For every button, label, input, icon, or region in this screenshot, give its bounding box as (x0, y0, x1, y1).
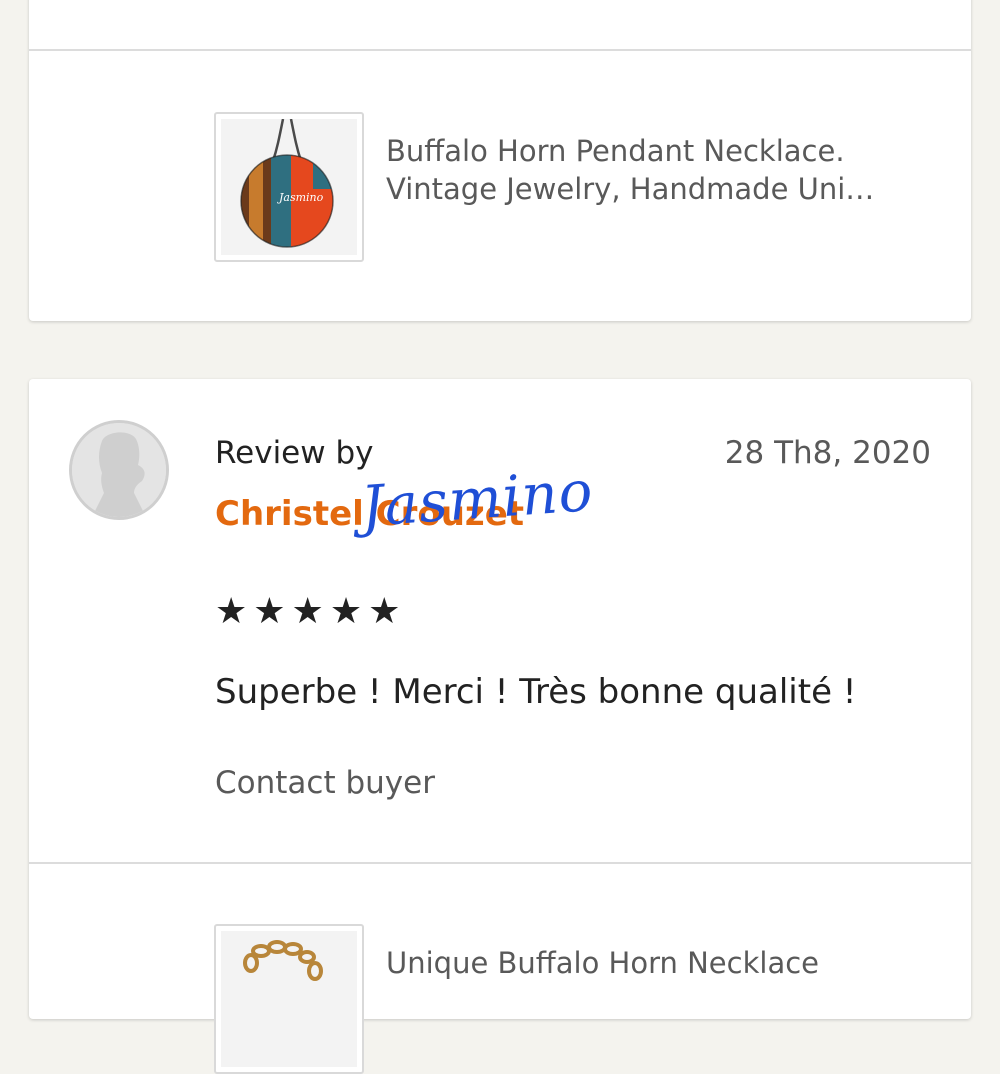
signature-overlay: Jasmino (359, 458, 596, 541)
pendant-graphic: Jasmino (221, 119, 357, 255)
listing-title-line1[interactable]: Buffalo Horn Pendant Necklace. (386, 132, 946, 170)
listing-title-line2[interactable]: Vintage Jewelry, Handmade Uni… (386, 170, 946, 208)
star-rating: ★★★★★ (215, 591, 407, 632)
contact-buyer-link[interactable]: Contact buyer (215, 765, 435, 801)
listing-thumbnail[interactable]: Jasmino (214, 112, 364, 262)
listing-card: Jasmino Buffalo Horn Pendant Necklace. V… (29, 0, 971, 321)
review-by-label: Review by (215, 435, 374, 471)
listing-title-line1[interactable]: Unique Buffalo Horn Necklace (386, 944, 946, 982)
review-date: 28 Th8, 2020 (724, 435, 931, 471)
chain-graphic (221, 931, 357, 1067)
round-pendant-image: Jasmino (221, 119, 357, 255)
card-divider (29, 49, 971, 51)
thumb-text: Jasmino (277, 191, 324, 204)
listing-thumbnail[interactable] (214, 924, 364, 1074)
review-text: Superbe ! Merci ! Très bonne qualité ! (215, 672, 857, 712)
avatar[interactable] (69, 420, 169, 520)
card-divider (29, 862, 971, 864)
review-card: Review by 28 Th8, 2020 Christel Crouzet … (29, 379, 971, 1074)
chain-necklace-image (221, 931, 357, 1067)
person-icon (72, 423, 166, 517)
